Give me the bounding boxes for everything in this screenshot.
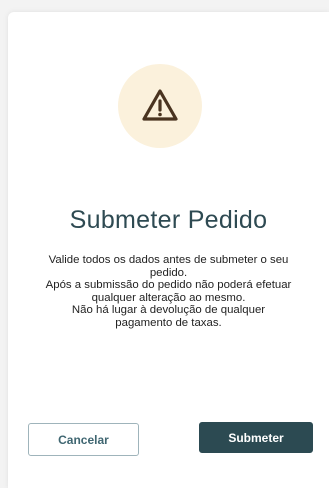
dialog-title: Submeter Pedido (69, 206, 268, 234)
message-line: qualquer alteração ao mesmo. (91, 291, 246, 304)
cancel-button[interactable]: Cancelar (28, 423, 139, 456)
confirm-dialog: Submeter Pedido Valide todos os dados an… (8, 12, 329, 488)
message-line: Após a submissão do pedido não poderá ef… (45, 279, 292, 291)
dialog-message: Valide todos os dados antes de submeter … (26, 254, 311, 329)
message-line: pedido. (149, 266, 188, 279)
submit-button[interactable]: Submeter (199, 422, 313, 453)
message-line: Não há lugar à devolução de qualquer (71, 304, 266, 316)
warning-icon-circle (118, 64, 202, 148)
message-line: Valide todos os dados antes de submeter … (48, 254, 289, 266)
message-line: pagamento de taxas. (115, 316, 222, 329)
warning-triangle-icon (142, 89, 178, 121)
